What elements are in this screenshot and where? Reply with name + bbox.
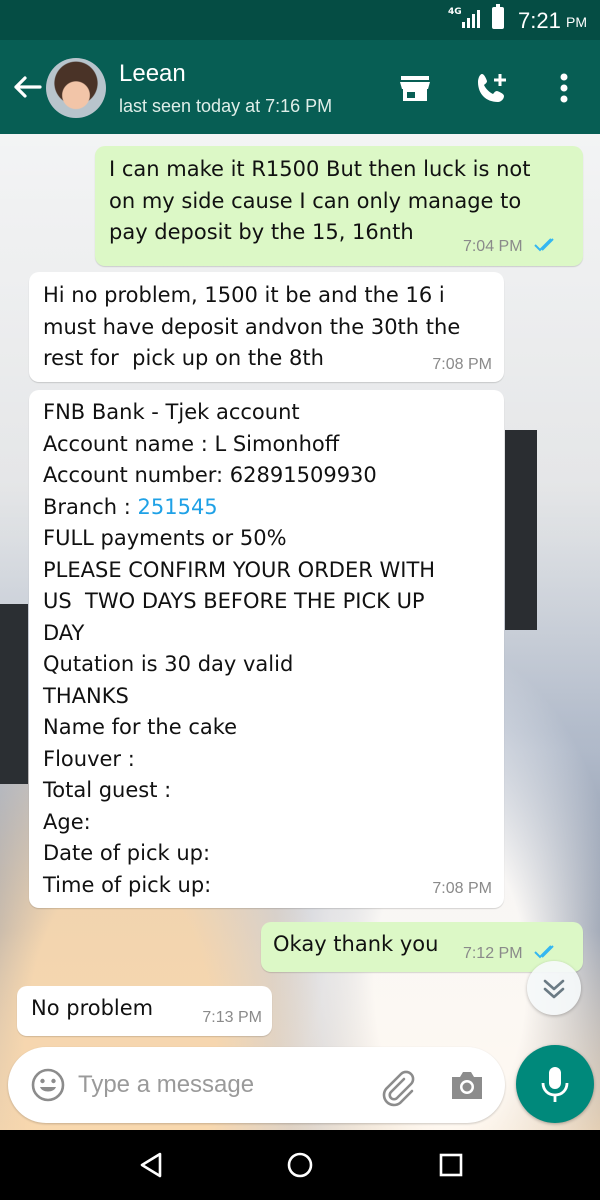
message-text: Account name : L Simonhoff [43, 431, 340, 456]
attach-icon[interactable] [378, 1067, 418, 1107]
scroll-to-bottom-button[interactable] [527, 961, 581, 1015]
message-text: Name for the cake [43, 715, 238, 739]
status-ampm: PM [566, 14, 587, 30]
contact-avatar[interactable] [46, 58, 106, 118]
wallpaper-detail [505, 430, 537, 630]
message-text: Date of pick up: [43, 841, 211, 865]
wallpaper-detail [0, 604, 28, 784]
message-text: DAY [43, 620, 85, 645]
emoji-icon[interactable] [30, 1067, 66, 1103]
message-input[interactable] [78, 1061, 358, 1109]
message-time: 7:08 PM [432, 356, 492, 373]
network-type: 4G [448, 7, 462, 17]
add-call-icon[interactable] [472, 68, 512, 108]
chat-header: Leean last seen today at 7:16 PM [0, 40, 600, 134]
message-time: 7:08 PM [432, 880, 492, 897]
mic-button[interactable] [516, 1045, 594, 1123]
read-receipt-icon [534, 945, 554, 959]
message-incoming[interactable]: FNB Bank - Tjek account Account name : L… [29, 390, 504, 908]
camera-icon[interactable] [449, 1069, 485, 1101]
message-text: Qutation is 30 day valid [43, 652, 294, 676]
recents-square-icon[interactable] [436, 1150, 466, 1180]
message-time: 7:04 PM [462, 238, 523, 255]
read-receipt-icon [534, 238, 554, 252]
message-text: Flouver : [43, 746, 135, 771]
contact-name[interactable]: Leean [119, 60, 186, 88]
message-text: Account number: 62891509930 [43, 463, 377, 487]
message-text: Age: [43, 809, 91, 834]
message-time: 7:13 PM [202, 1009, 262, 1026]
back-arrow-icon[interactable] [10, 70, 44, 104]
branch-code-link[interactable]: 251545 [138, 495, 218, 519]
message-text: PLEASE CONFIRM YOUR ORDER WITH [43, 557, 436, 582]
mic-icon [541, 1067, 569, 1102]
message-text: Time of pick up: [43, 872, 212, 897]
message-text: must have deposit andvon the 30th the [43, 314, 461, 339]
message-text: US TWO DAYS BEFORE THE PICK UP [43, 589, 425, 613]
double-chevron-down-icon [543, 979, 565, 999]
message-text: FNB Bank - Tjek account [43, 400, 300, 424]
message-incoming[interactable]: No problem 7:13 PM [17, 986, 272, 1036]
more-vert-icon[interactable] [544, 68, 584, 108]
branch-line: Branch : 251545 [43, 492, 490, 524]
system-nav-bar [0, 1130, 600, 1200]
last-seen-status: last seen today at 7:16 PM [119, 96, 333, 116]
message-time: 7:12 PM [462, 945, 523, 962]
message-text: THANKS [43, 683, 129, 708]
status-time: 7:21 [518, 8, 561, 33]
message-text: rest for pick up on the 8th [43, 346, 324, 370]
message-meta: 7:04 PM [463, 237, 559, 256]
message-incoming[interactable]: Hi no problem, 1500 it be and the 16 i m… [29, 272, 504, 382]
home-circle-icon[interactable] [285, 1150, 315, 1180]
chat-background: I can make it R1500 But then luck is not… [0, 134, 600, 1130]
message-text: I can make it R1500 But then luck is not [109, 157, 531, 181]
shop-icon[interactable] [395, 68, 435, 108]
message-text: Total guest : [43, 778, 172, 802]
message-text: FULL payments or 50% [43, 526, 287, 550]
battery-icon [492, 4, 504, 29]
message-text: on my side cause I can only manage to [109, 188, 522, 213]
message-text: Branch : [43, 494, 138, 519]
signal-icon [462, 10, 480, 28]
status-bar: 4G 7:21 PM [0, 0, 600, 40]
message-composer [8, 1047, 505, 1123]
message-outgoing[interactable]: I can make it R1500 But then luck is not… [95, 146, 583, 266]
message-text: Hi no problem, 1500 it be and the 16 i [43, 283, 445, 307]
back-triangle-icon[interactable] [136, 1150, 166, 1180]
